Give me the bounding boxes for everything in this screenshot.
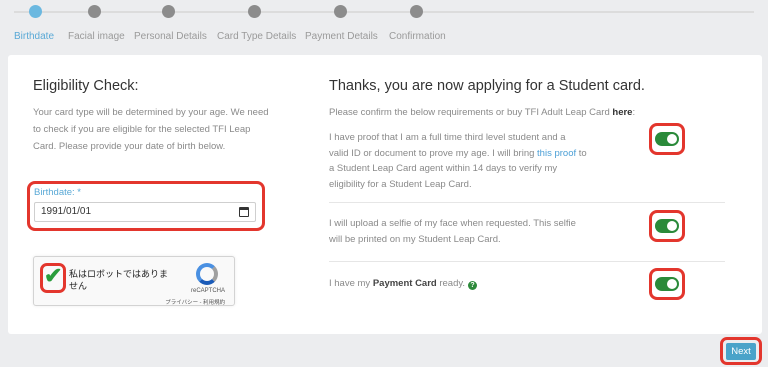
toggle-payment-card[interactable] xyxy=(655,277,679,291)
step-dot-active xyxy=(29,5,42,18)
step-dot xyxy=(162,5,175,18)
divider xyxy=(329,202,725,203)
help-icon[interactable]: ? xyxy=(468,281,478,290)
recaptcha-privacy-links[interactable]: プライバシー - 利用規約 xyxy=(165,298,225,306)
birthdate-field-group: Birthdate: * 1991/01/01 xyxy=(27,181,265,231)
this-proof-link[interactable]: this proof xyxy=(537,148,576,159)
step-label-personal-details[interactable]: Personal Details xyxy=(134,31,207,42)
step-dot xyxy=(334,5,347,18)
requirement-text: I will upload a selfie of my face when r… xyxy=(329,218,576,245)
recaptcha-label: 私はロボットではありません xyxy=(69,269,169,291)
requirement-text: I have proof that I am a full time third… xyxy=(329,130,587,192)
requirement-text-part: I have proof that I am a full time third… xyxy=(329,132,566,159)
toggle-knob xyxy=(667,279,677,289)
recaptcha-brand: reCAPTCHA xyxy=(190,288,225,294)
checkmark-icon: ✔ xyxy=(44,263,63,288)
toggle-student-proof[interactable] xyxy=(655,132,679,146)
step-dot xyxy=(248,5,261,18)
calendar-icon[interactable] xyxy=(239,207,249,217)
eligibility-section: Eligibility Check: Your card type will b… xyxy=(27,78,273,306)
recaptcha-logo-icon xyxy=(196,263,218,285)
step-label-payment-details[interactable]: Payment Details xyxy=(305,31,378,42)
step-dot xyxy=(410,5,423,18)
next-button[interactable]: Next xyxy=(726,343,756,360)
confirm-instructions: Please confirm the below requirements or… xyxy=(329,107,739,118)
step-label-card-type-details[interactable]: Card Type Details xyxy=(217,31,296,42)
birthdate-input[interactable]: 1991/01/01 xyxy=(34,202,256,222)
step-dot xyxy=(88,5,101,18)
birthdate-label: Birthdate: * xyxy=(34,187,81,198)
step-label-birthdate[interactable]: Birthdate xyxy=(14,31,54,42)
toggle-student-proof-group xyxy=(649,123,685,155)
student-title: Thanks, you are now applying for a Stude… xyxy=(329,78,645,94)
eligibility-description: Your card type will be determined by you… xyxy=(33,107,269,152)
next-button-highlight: Next xyxy=(720,337,762,365)
form-card: Eligibility Check: Your card type will b… xyxy=(8,55,762,334)
toggle-payment-card-group xyxy=(649,268,685,300)
student-requirements-section: Thanks, you are now applying for a Stude… xyxy=(329,78,739,290)
toggle-selfie-group xyxy=(649,210,685,242)
divider xyxy=(329,261,725,262)
confirm-prefix: Please confirm the below requirements or… xyxy=(329,107,613,118)
step-label-confirmation[interactable]: Confirmation xyxy=(389,31,446,42)
progress-stepper: Birthdate Facial image Personal Details … xyxy=(0,0,768,52)
confirm-suffix: : xyxy=(632,107,636,118)
step-label-facial-image[interactable]: Facial image xyxy=(68,31,125,42)
toggle-knob xyxy=(667,134,677,144)
requirement-text: I have my Payment Card ready.? xyxy=(329,276,587,292)
requirement-text-part: ready. xyxy=(436,278,466,289)
progress-track xyxy=(14,11,754,13)
recaptcha-widget: ✔ 私はロボットではありません reCAPTCHA プライバシー - 利用規約 xyxy=(33,256,235,306)
birthdate-value: 1991/01/01 xyxy=(41,206,92,217)
payment-card-text: Payment Card xyxy=(372,278,437,289)
toggle-selfie[interactable] xyxy=(655,219,679,233)
eligibility-title: Eligibility Check: xyxy=(33,78,139,94)
requirement-text-part: I have my xyxy=(329,278,373,289)
buy-adult-card-link[interactable]: here xyxy=(612,107,632,118)
toggle-knob xyxy=(667,221,677,231)
